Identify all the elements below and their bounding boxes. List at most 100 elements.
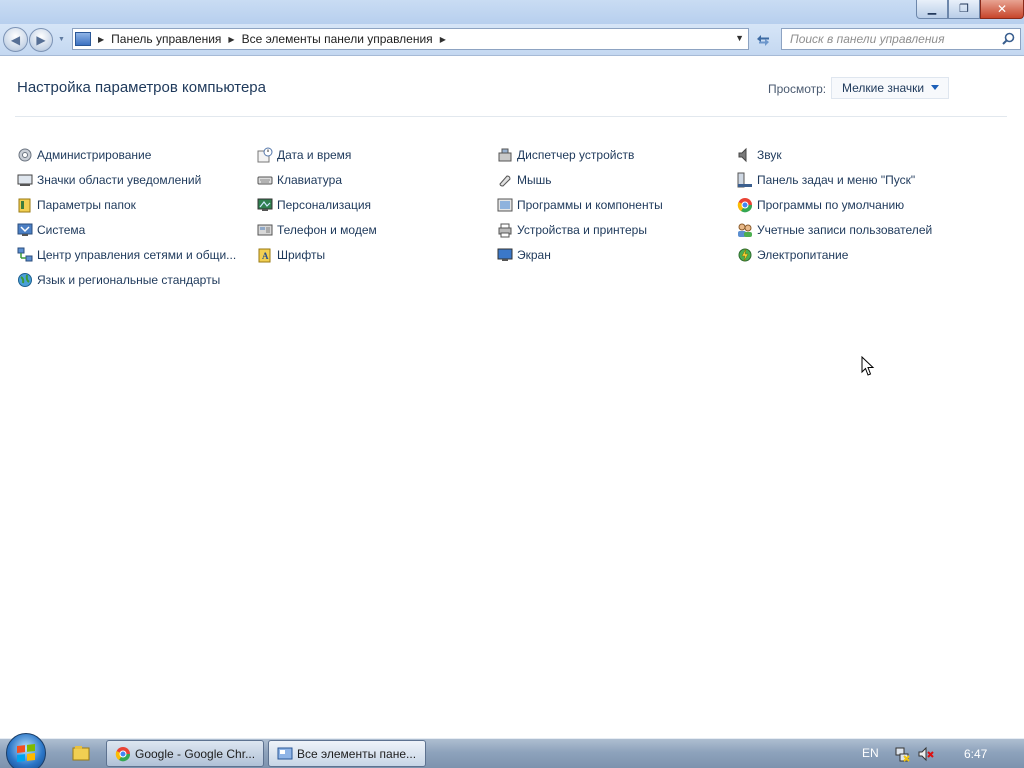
- item-power-options[interactable]: Электропитание: [737, 245, 848, 265]
- maximize-icon: ❐: [959, 2, 969, 15]
- refresh-button[interactable]: [751, 29, 775, 50]
- minimize-button[interactable]: ▁: [916, 0, 948, 19]
- windows-logo-icon: [17, 744, 35, 762]
- item-display[interactable]: Экран: [497, 245, 551, 265]
- network-center-icon: [17, 247, 33, 262]
- chevron-down-icon: [931, 85, 939, 90]
- item-notification-icons[interactable]: Значки области уведомлений: [17, 170, 201, 190]
- user-accounts-icon: [738, 223, 752, 237]
- maximize-button[interactable]: ❐: [948, 0, 980, 19]
- item-phone-modem[interactable]: Телефон и модем: [257, 220, 377, 240]
- item-label: Телефон и модем: [277, 223, 377, 237]
- page-title: Настройка параметров компьютера: [17, 79, 266, 96]
- fonts-icon: A: [258, 248, 271, 263]
- breadcrumb-all-items[interactable]: Все элементы панели управления: [242, 32, 433, 46]
- date-time-icon: [257, 147, 273, 163]
- item-fonts[interactable]: A Шрифты: [257, 245, 325, 265]
- item-label: Дата и время: [277, 148, 352, 162]
- volume-muted-icon[interactable]: [918, 746, 934, 762]
- item-label: Шрифты: [277, 248, 326, 262]
- content-area: Настройка параметров компьютера Просмотр…: [0, 57, 1024, 738]
- phone-modem-icon: [257, 224, 273, 236]
- view-mode-value: Мелкие значки: [842, 81, 925, 95]
- item-mouse[interactable]: Мышь: [497, 170, 552, 190]
- item-system[interactable]: Система: [17, 220, 85, 240]
- item-label: Программы и компоненты: [517, 198, 663, 212]
- item-label: Панель задач и меню "Пуск": [757, 173, 916, 187]
- language-indicator[interactable]: EN: [862, 746, 879, 760]
- item-label: Учетные записи пользователей: [757, 223, 933, 237]
- item-label: Администрирование: [37, 148, 152, 162]
- keyboard-icon: [257, 176, 273, 185]
- mouse-icon: [499, 175, 511, 187]
- system-icon: [17, 223, 33, 236]
- address-bar[interactable]: ▶ Панель управления ▶ Все элементы панел…: [72, 28, 749, 50]
- breadcrumb-arrow-icon[interactable]: ▶: [440, 35, 446, 44]
- breadcrumb-arrow-icon[interactable]: ▶: [228, 35, 234, 44]
- display-icon: [497, 248, 513, 261]
- item-devices-printers[interactable]: Устройства и принтеры: [497, 220, 647, 240]
- view-mode-dropdown[interactable]: Мелкие значки: [831, 77, 949, 99]
- item-user-accounts[interactable]: Учетные записи пользователей: [737, 220, 932, 240]
- title-bar: ▁ ❐ ✕: [0, 0, 1024, 24]
- device-manager-icon: [498, 148, 512, 162]
- chrome-icon: [115, 746, 131, 761]
- taskbar-button-label: Все элементы пане...: [297, 746, 417, 761]
- programs-features-icon: [497, 198, 513, 212]
- item-region-language[interactable]: Язык и региональные стандарты: [17, 270, 220, 290]
- notification-icons-icon: [17, 174, 33, 186]
- start-button[interactable]: [6, 733, 46, 768]
- close-icon: ✕: [996, 2, 1008, 16]
- svg-text:A: A: [262, 251, 269, 261]
- item-sound[interactable]: Звук: [737, 145, 782, 165]
- item-label: Электропитание: [757, 248, 849, 262]
- default-programs-icon: [737, 198, 753, 213]
- back-arrow-icon: ◀: [10, 32, 21, 47]
- item-default-programs[interactable]: Программы по умолчанию: [737, 195, 904, 215]
- item-taskbar-start[interactable]: Панель задач и меню "Пуск": [737, 170, 915, 190]
- item-label: Персонализация: [277, 198, 372, 212]
- item-label: Диспетчер устройств: [517, 148, 635, 162]
- item-label: Клавиатура: [277, 173, 342, 187]
- item-device-manager[interactable]: Диспетчер устройств: [497, 145, 634, 165]
- taskbar-start-icon: [737, 172, 752, 188]
- item-keyboard[interactable]: Клавиатура: [257, 170, 342, 190]
- clock[interactable]: 6:47: [964, 747, 987, 761]
- divider: [15, 116, 1007, 117]
- control-panel-icon: [75, 32, 91, 46]
- item-network-center[interactable]: Центр управления сетями и общи...: [17, 245, 236, 265]
- mouse-cursor-icon: [861, 356, 875, 376]
- forward-arrow-icon: ▶: [36, 33, 46, 47]
- taskbar-chrome-button[interactable]: Google - Google Chr...: [106, 740, 264, 767]
- devices-printers-icon: [498, 223, 512, 238]
- recent-pages-dropdown[interactable]: ▼: [58, 36, 65, 43]
- close-button[interactable]: ✕: [980, 0, 1024, 19]
- item-folder-options[interactable]: Параметры папок: [17, 195, 136, 215]
- item-label: Звук: [757, 148, 782, 162]
- item-label: Параметры папок: [37, 198, 136, 212]
- item-date-time[interactable]: Дата и время: [257, 145, 351, 165]
- item-label: Программы по умолчанию: [757, 198, 905, 212]
- explorer-icon[interactable]: [72, 745, 90, 761]
- back-button[interactable]: ◀: [3, 27, 28, 52]
- address-dropdown-icon[interactable]: ▼: [735, 33, 744, 43]
- item-administrative-tools[interactable]: Администрирование: [17, 145, 151, 165]
- search-icon[interactable]: [1002, 32, 1015, 45]
- taskbar: Google - Google Chr... Все элементы пане…: [0, 733, 1024, 768]
- item-label: Язык и региональные стандарты: [37, 273, 221, 287]
- network-icon[interactable]: [894, 746, 910, 762]
- item-label: Система: [37, 223, 86, 237]
- item-programs-features[interactable]: Программы и компоненты: [497, 195, 663, 215]
- taskbar-button-label: Google - Google Chr...: [135, 746, 256, 761]
- taskbar-control-panel-button[interactable]: Все элементы пане...: [268, 740, 426, 767]
- breadcrumb-control-panel[interactable]: Панель управления: [111, 32, 221, 46]
- search-input[interactable]: [782, 29, 992, 49]
- item-personalization[interactable]: Персонализация: [257, 195, 371, 215]
- admin-tools-icon: [18, 148, 32, 162]
- breadcrumb-arrow-icon[interactable]: ▶: [98, 35, 104, 44]
- forward-button[interactable]: ▶: [29, 28, 53, 52]
- power-options-icon: [738, 248, 752, 262]
- item-label: Мышь: [517, 173, 552, 187]
- item-label: Устройства и принтеры: [517, 223, 647, 237]
- view-label: Просмотр:: [768, 82, 827, 96]
